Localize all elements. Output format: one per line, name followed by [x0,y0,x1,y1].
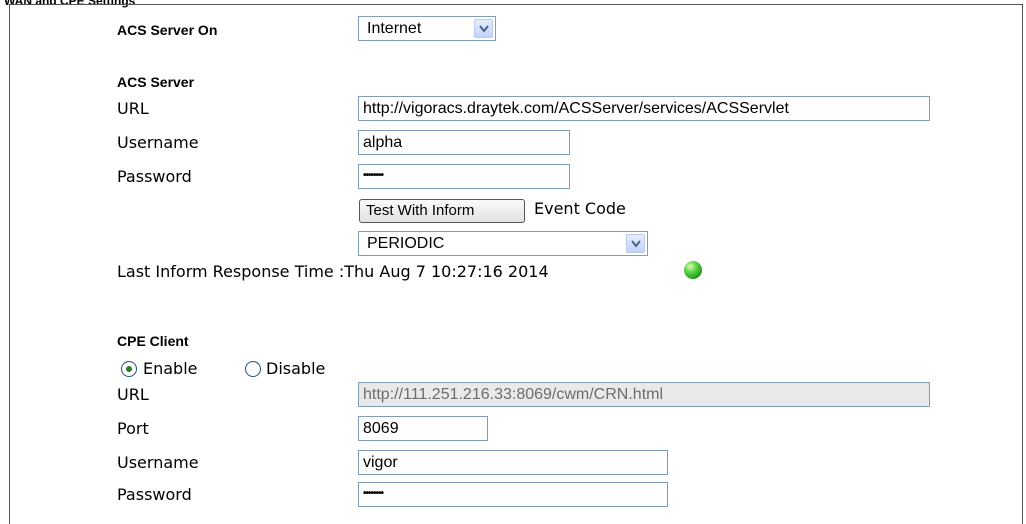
enable-radio[interactable] [121,361,137,377]
enable-label: Enable [143,359,198,378]
acs-server-on-value: Internet [367,20,422,37]
event-code-select[interactable]: PERIODIC [358,231,648,256]
cpe-username-label: Username [117,453,199,472]
cpe-port-input[interactable]: 8069 [358,416,488,441]
radio-selected-dot [126,366,132,372]
cpe-url-label: URL [117,385,149,404]
acs-username-label: Username [117,133,199,152]
disable-label: Disable [266,359,326,378]
cpe-url-input: http://111.251.216.33:8069/cwm/CRN.html [358,382,930,407]
event-code-value: PERIODIC [367,235,445,252]
acs-username-input[interactable]: alpha [358,130,570,155]
last-inform-text: Last Inform Response Time :Thu Aug 7 10:… [117,262,549,281]
cpe-client-heading: CPE Client [117,333,189,349]
acs-server-heading: ACS Server [117,74,195,90]
cpe-port-label: Port [117,419,149,438]
chevron-down-icon[interactable] [626,234,645,253]
acs-password-input[interactable]: •••••••• [358,164,570,189]
chevron-down-icon[interactable] [474,19,493,38]
status-led-icon [684,261,702,279]
acs-server-on-label: ACS Server On [117,22,218,38]
acs-url-input[interactable]: http://vigoracs.draytek.com/ACSServer/se… [358,96,930,121]
disable-radio[interactable] [245,361,261,377]
test-with-inform-button[interactable]: Test With Inform [359,199,525,223]
event-code-label: Event Code [534,199,626,218]
cpe-username-input[interactable]: vigor [358,450,668,475]
cpe-password-label: Password [117,485,192,504]
acs-url-label: URL [117,99,149,118]
cpe-password-input[interactable]: •••••••• [358,482,668,507]
acs-server-on-select[interactable]: Internet [358,16,496,41]
acs-password-label: Password [117,167,192,186]
